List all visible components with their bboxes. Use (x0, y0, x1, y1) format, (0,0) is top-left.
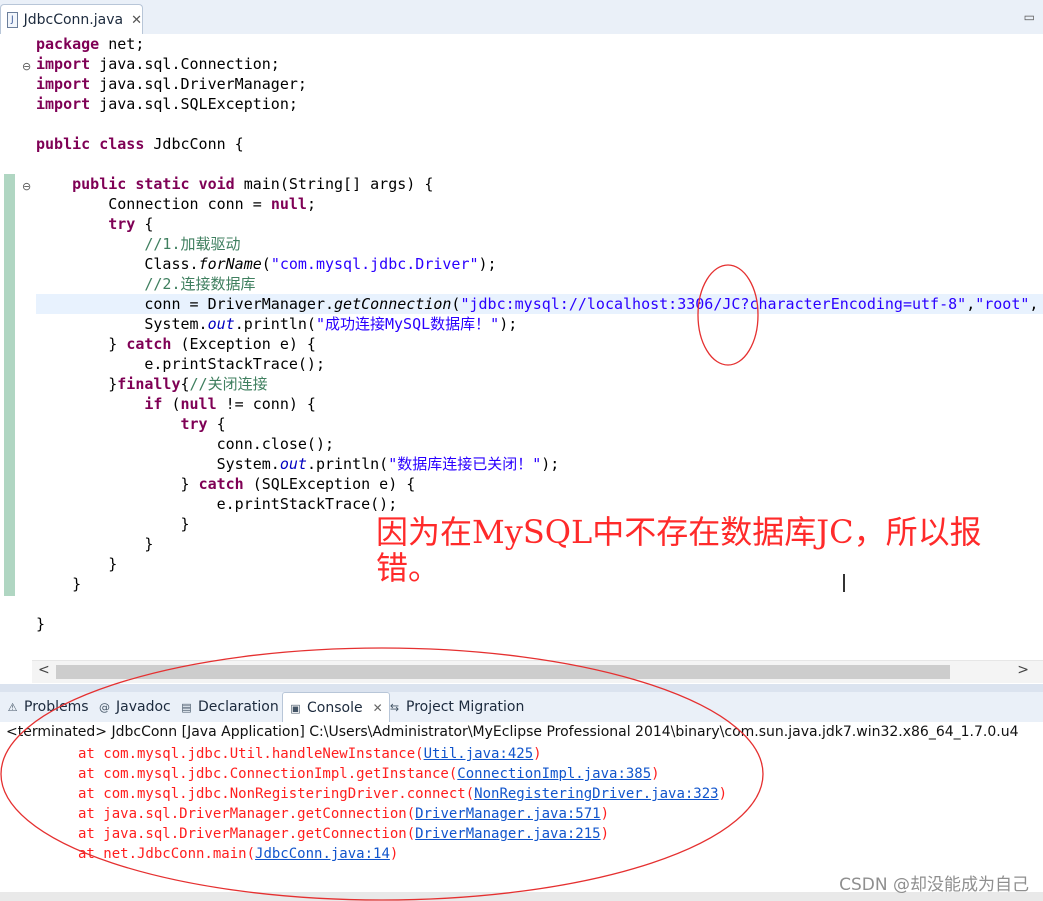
console-icon: ▣ (290, 701, 301, 715)
source-link[interactable]: DriverManager.java:215 (415, 826, 600, 842)
code-line: if (null != conn) { (144, 395, 316, 413)
code-line: } (36, 515, 190, 533)
code-line: public class JdbcConn { (36, 135, 244, 153)
code-line: //2.连接数据库 (144, 275, 256, 293)
source-link[interactable]: NonRegisteringDriver.java:323 (474, 786, 718, 802)
tab-javadoc[interactable]: @ Javadoc (98, 692, 171, 722)
editor-tab-label: JdbcConn.java (23, 12, 124, 28)
code-line: conn.close(); (36, 435, 335, 453)
code-line: } (36, 555, 118, 573)
problems-icon: ⚠ (7, 700, 18, 714)
code-line: System.out.println("成功连接MySQL数据库！"); (36, 315, 518, 333)
code-line: try { (108, 215, 154, 233)
close-icon[interactable]: ✕ (373, 693, 383, 723)
stack-trace-line: at com.mysql.jdbc.ConnectionImpl.getInst… (78, 766, 660, 782)
minimize-maximize-icon[interactable]: ▭ (1024, 10, 1035, 24)
source-link[interactable]: ConnectionImpl.java:385 (457, 766, 651, 782)
code-line: System.out.println("数据库连接已关闭！"); (36, 455, 560, 473)
editor-tab-jdbcconn[interactable]: J JdbcConn.java ✕ (0, 4, 143, 35)
source-link[interactable]: Util.java:425 (424, 746, 534, 762)
code-line: try { (180, 415, 226, 433)
scroll-left-icon[interactable]: < (38, 662, 50, 678)
code-line: } (36, 535, 154, 553)
tab-console[interactable]: ▣ Console ✕ (282, 692, 390, 723)
code-line: package net; (36, 35, 145, 53)
code-line: e.printStackTrace(); (36, 355, 325, 373)
stack-trace-line: at net.JdbcConn.main(JdbcConn.java:14) (78, 846, 399, 862)
tab-label: Javadoc (116, 699, 171, 715)
code-line: conn = DriverManager.getConnection("jdbc… (36, 295, 1039, 313)
close-icon[interactable]: ✕ (131, 13, 142, 28)
javadoc-icon: @ (99, 700, 110, 714)
code-line: }finally{//关闭连接 (36, 375, 268, 393)
scrollbar-thumb[interactable] (56, 665, 950, 679)
text-cursor-icon (843, 574, 851, 592)
stack-trace-line: at com.mysql.jdbc.Util.handleNewInstance… (78, 746, 542, 762)
console-status: <terminated> JdbcConn [Java Application]… (6, 724, 1019, 740)
code-line: } (36, 615, 46, 633)
code-line: } catch (SQLException e) { (36, 475, 416, 493)
horizontal-scrollbar[interactable]: < > (32, 660, 1043, 683)
annotation-text: 因为在MySQL中不存在数据库JC，所以报错。 (376, 513, 982, 587)
code-line: import java.sql.DriverManager; (36, 75, 307, 93)
code-line: //1.加载驱动 (144, 235, 241, 253)
tab-declaration[interactable]: ▤ Declaration (180, 692, 279, 722)
change-marker-bar (4, 174, 15, 596)
code-line: import java.sql.SQLException; (36, 95, 298, 113)
tab-label: Problems (24, 699, 89, 715)
source-link[interactable]: JdbcConn.java:14 (255, 846, 390, 862)
tab-problems[interactable]: ⚠ Problems (6, 692, 89, 722)
stack-trace-line: at java.sql.DriverManager.getConnection(… (78, 806, 610, 822)
stack-trace-line: at java.sql.DriverManager.getConnection(… (78, 826, 610, 842)
panel-separator[interactable] (0, 684, 1043, 692)
code-line: } catch (Exception e) { (36, 335, 316, 353)
panel-tab-bar: ⚠ Problems @ Javadoc ▤ Declaration ▣ Con… (0, 692, 1043, 723)
editor-tab-bar: J JdbcConn.java ✕ ▭ (0, 0, 1043, 35)
declaration-icon: ▤ (181, 700, 192, 714)
stack-trace-line: at com.mysql.jdbc.NonRegisteringDriver.c… (78, 786, 728, 802)
code-line: public static void main(String[] args) { (72, 175, 434, 193)
fold-icon[interactable]: ⊖ (22, 60, 31, 73)
tab-label: Project Migration (406, 699, 525, 715)
code-line: Class.forName("com.mysql.jdbc.Driver"); (36, 255, 497, 273)
code-line: } (36, 575, 82, 593)
source-link[interactable]: DriverManager.java:571 (415, 806, 600, 822)
tab-label: Console (307, 700, 363, 716)
fold-icon[interactable]: ⊖ (22, 180, 31, 193)
tab-project-migration[interactable]: ⇆ Project Migration (388, 692, 524, 722)
code-line: e.printStackTrace(); (36, 495, 398, 513)
scroll-right-icon[interactable]: > (1017, 662, 1029, 678)
java-file-icon: J (7, 12, 18, 28)
migration-icon: ⇆ (389, 700, 400, 714)
watermark: CSDN @却没能成为自己 (839, 875, 1029, 895)
code-line: Connection conn = null; (36, 195, 316, 213)
code-line: import java.sql.Connection; (36, 55, 280, 73)
tab-label: Declaration (198, 699, 279, 715)
